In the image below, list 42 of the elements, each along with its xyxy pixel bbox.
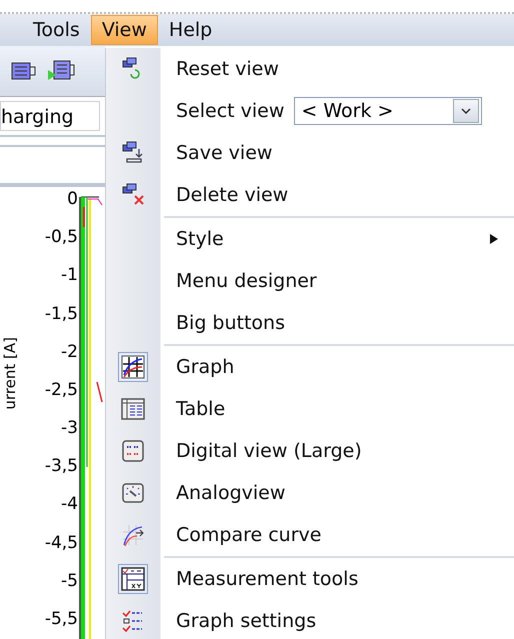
menu-bar-item[interactable]: Help (158, 15, 224, 45)
tick-label: -5,5 (44, 608, 78, 631)
tick-label: -1,5 (44, 304, 78, 326)
mode-field[interactable]: harging (0, 101, 100, 131)
cube-icon (121, 183, 145, 207)
tick-label: 0 (66, 189, 78, 211)
view-dropdown[interactable]: < Work > (294, 97, 482, 125)
cube-icon (121, 141, 145, 165)
menu-item[interactable]: Graph settings (106, 600, 514, 639)
menu-bar-item[interactable]: Tools (22, 15, 91, 45)
menu-item[interactable]: Save view (106, 132, 514, 174)
axis-label: urrent [A] (1, 337, 19, 410)
menu-item[interactable]: Analogview (106, 472, 514, 514)
tick-label: -0,5 (44, 227, 78, 250)
gauge-icon (121, 481, 145, 505)
dropdown-button[interactable] (453, 99, 480, 123)
tick-label: -1 (60, 265, 78, 288)
menu-item[interactable]: Compare curve (106, 514, 514, 556)
tick-label: -3 (60, 418, 78, 440)
menu-item[interactable]: Table (106, 388, 514, 430)
chevron-icon (461, 108, 472, 114)
menu-item[interactable]: Reset view (106, 48, 514, 90)
menu-item[interactable]: Delete view (106, 174, 514, 216)
menu-item[interactable]: Menu designer (106, 260, 514, 302)
tick-label: -2 (60, 342, 78, 364)
menu-label: Select view (176, 100, 284, 122)
menu-item[interactable]: Measurement tools (106, 558, 514, 600)
checklist-icon (121, 609, 145, 633)
submenu-arrow-icon (490, 234, 498, 244)
menu-item[interactable]: Big buttons (106, 302, 514, 344)
menu-item[interactable]: Digital view (Large) (106, 430, 514, 472)
tick-label: -4,5 (44, 532, 78, 555)
menu-item[interactable]: Style (106, 218, 514, 260)
tick-label: -2,5 (44, 380, 78, 402)
curve-arrow-icon (121, 523, 145, 547)
menu-bar-item[interactable]: View (90, 15, 158, 45)
tick-label: -3,5 (44, 456, 78, 478)
tick-label: -5 (60, 570, 78, 593)
digital-display-icon (121, 439, 145, 463)
tick-label: -4 (60, 494, 78, 516)
menu-item[interactable]: Graph (106, 346, 514, 388)
table-icon (121, 397, 145, 421)
